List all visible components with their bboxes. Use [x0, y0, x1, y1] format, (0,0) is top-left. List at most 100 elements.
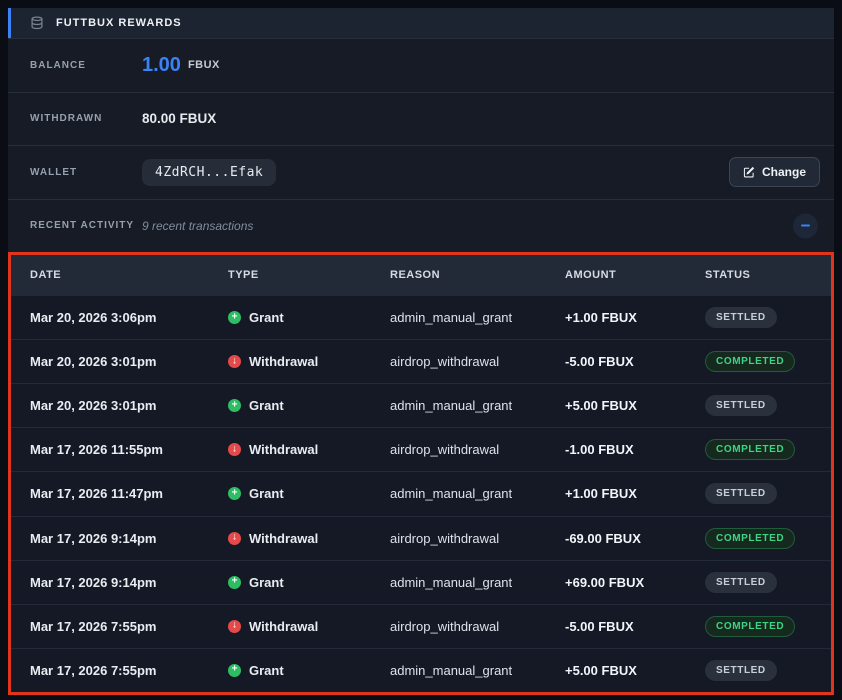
tx-date: Mar 17, 2026 11:55pm	[30, 442, 228, 457]
tx-type-label: Withdrawal	[249, 354, 318, 369]
tx-amount: +5.00 FBUX	[565, 398, 705, 413]
recent-activity-label: RECENT ACTIVITY	[30, 220, 142, 231]
change-wallet-button[interactable]: Change	[729, 157, 820, 187]
change-button-label: Change	[762, 165, 806, 179]
tx-reason: admin_manual_grant	[390, 398, 565, 413]
tx-type: + Grant	[228, 486, 390, 501]
withdrawal-arrow-icon: ↓	[228, 532, 241, 545]
tx-type-label: Withdrawal	[249, 442, 318, 457]
futtbux-rewards-card: FUTTBUX REWARDS BALANCE 1.00 FBUX WITHDR…	[8, 8, 834, 695]
balance-row: BALANCE 1.00 FBUX	[8, 38, 834, 92]
tx-date: Mar 20, 2026 3:01pm	[30, 354, 228, 369]
col-status: STATUS	[705, 269, 831, 281]
table-row[interactable]: Mar 17, 2026 7:55pm + Grant admin_manual…	[11, 648, 831, 692]
tx-type-label: Grant	[249, 575, 284, 590]
col-date: DATE	[30, 269, 228, 281]
tx-date: Mar 17, 2026 11:47pm	[30, 486, 228, 501]
tx-type-label: Withdrawal	[249, 531, 318, 546]
tx-type: + Grant	[228, 310, 390, 325]
tx-status-badge: COMPLETED	[705, 351, 795, 372]
minus-icon	[801, 225, 810, 227]
tx-type: ↓ Withdrawal	[228, 442, 390, 457]
tx-status-badge: SETTLED	[705, 660, 777, 681]
coins-icon	[30, 16, 44, 30]
table-header-row: DATE TYPE REASON AMOUNT STATUS	[11, 255, 831, 295]
tx-type: ↓ Withdrawal	[228, 531, 390, 546]
grant-plus-icon: +	[228, 487, 241, 500]
recent-activity-subtitle: 9 recent transactions	[142, 219, 253, 233]
table-row[interactable]: Mar 20, 2026 3:01pm ↓ Withdrawal airdrop…	[11, 339, 831, 383]
col-type: TYPE	[228, 269, 390, 281]
withdrawn-row: WITHDRAWN 80.00 FBUX	[8, 92, 834, 146]
tx-type-label: Grant	[249, 663, 284, 678]
tx-reason: airdrop_withdrawal	[390, 531, 565, 546]
tx-date: Mar 20, 2026 3:06pm	[30, 310, 228, 325]
tx-amount: +69.00 FBUX	[565, 575, 705, 590]
tx-reason: admin_manual_grant	[390, 486, 565, 501]
col-amount: AMOUNT	[565, 269, 705, 281]
tx-status-badge: SETTLED	[705, 483, 777, 504]
grant-plus-icon: +	[228, 576, 241, 589]
tx-amount: -1.00 FBUX	[565, 442, 705, 457]
table-row[interactable]: Mar 17, 2026 9:14pm + Grant admin_manual…	[11, 560, 831, 604]
tx-status-badge: SETTLED	[705, 395, 777, 416]
tx-reason: admin_manual_grant	[390, 663, 565, 678]
tx-amount: -5.00 FBUX	[565, 354, 705, 369]
grant-plus-icon: +	[228, 664, 241, 677]
table-row[interactable]: Mar 17, 2026 9:14pm ↓ Withdrawal airdrop…	[11, 516, 831, 560]
tx-type: ↓ Withdrawal	[228, 354, 390, 369]
tx-date: Mar 17, 2026 9:14pm	[30, 575, 228, 590]
tx-type-label: Withdrawal	[249, 619, 318, 634]
tx-date: Mar 17, 2026 7:55pm	[30, 619, 228, 634]
grant-plus-icon: +	[228, 399, 241, 412]
tx-reason: admin_manual_grant	[390, 310, 565, 325]
balance-label: BALANCE	[30, 60, 142, 71]
table-row[interactable]: Mar 20, 2026 3:01pm + Grant admin_manual…	[11, 383, 831, 427]
tx-amount: +1.00 FBUX	[565, 486, 705, 501]
balance-value: 1.00	[142, 54, 181, 77]
tx-amount: -69.00 FBUX	[565, 531, 705, 546]
tx-reason: airdrop_withdrawal	[390, 442, 565, 457]
collapse-activity-button[interactable]	[793, 213, 818, 238]
tx-status-badge: COMPLETED	[705, 616, 795, 637]
tx-date: Mar 17, 2026 9:14pm	[30, 531, 228, 546]
wallet-address[interactable]: 4ZdRCH...Efak	[142, 159, 276, 186]
tx-reason: airdrop_withdrawal	[390, 354, 565, 369]
tx-status-badge: COMPLETED	[705, 439, 795, 460]
table-body: Mar 20, 2026 3:06pm + Grant admin_manual…	[11, 295, 831, 692]
tx-date: Mar 20, 2026 3:01pm	[30, 398, 228, 413]
wallet-label: WALLET	[30, 167, 142, 178]
withdrawal-arrow-icon: ↓	[228, 355, 241, 368]
tx-type: ↓ Withdrawal	[228, 619, 390, 634]
tx-status-badge: COMPLETED	[705, 528, 795, 549]
tx-reason: admin_manual_grant	[390, 575, 565, 590]
recent-activity-row: RECENT ACTIVITY 9 recent transactions	[8, 199, 834, 253]
tx-type-label: Grant	[249, 398, 284, 413]
tx-type: + Grant	[228, 663, 390, 678]
withdrawn-value: 80.00 FBUX	[142, 111, 216, 126]
withdrawn-label: WITHDRAWN	[30, 113, 142, 124]
tx-amount: +1.00 FBUX	[565, 310, 705, 325]
table-row[interactable]: Mar 17, 2026 11:55pm ↓ Withdrawal airdro…	[11, 427, 831, 471]
tx-type: + Grant	[228, 398, 390, 413]
withdrawal-arrow-icon: ↓	[228, 443, 241, 456]
table-row[interactable]: Mar 17, 2026 7:55pm ↓ Withdrawal airdrop…	[11, 604, 831, 648]
edit-icon	[743, 166, 755, 178]
grant-plus-icon: +	[228, 311, 241, 324]
card-header: FUTTBUX REWARDS	[8, 8, 834, 38]
col-reason: REASON	[390, 269, 565, 281]
wallet-row: WALLET 4ZdRCH...Efak Change	[8, 145, 834, 199]
tx-status-badge: SETTLED	[705, 307, 777, 328]
withdrawal-arrow-icon: ↓	[228, 620, 241, 633]
transactions-table: DATE TYPE REASON AMOUNT STATUS Mar 20, 2…	[8, 252, 834, 695]
page-title: FUTTBUX REWARDS	[56, 17, 182, 29]
tx-status-badge: SETTLED	[705, 572, 777, 593]
tx-amount: -5.00 FBUX	[565, 619, 705, 634]
tx-type-label: Grant	[249, 486, 284, 501]
table-row[interactable]: Mar 17, 2026 11:47pm + Grant admin_manua…	[11, 471, 831, 515]
balance-unit: FBUX	[188, 59, 220, 71]
tx-date: Mar 17, 2026 7:55pm	[30, 663, 228, 678]
tx-amount: +5.00 FBUX	[565, 663, 705, 678]
tx-type: + Grant	[228, 575, 390, 590]
table-row[interactable]: Mar 20, 2026 3:06pm + Grant admin_manual…	[11, 295, 831, 339]
